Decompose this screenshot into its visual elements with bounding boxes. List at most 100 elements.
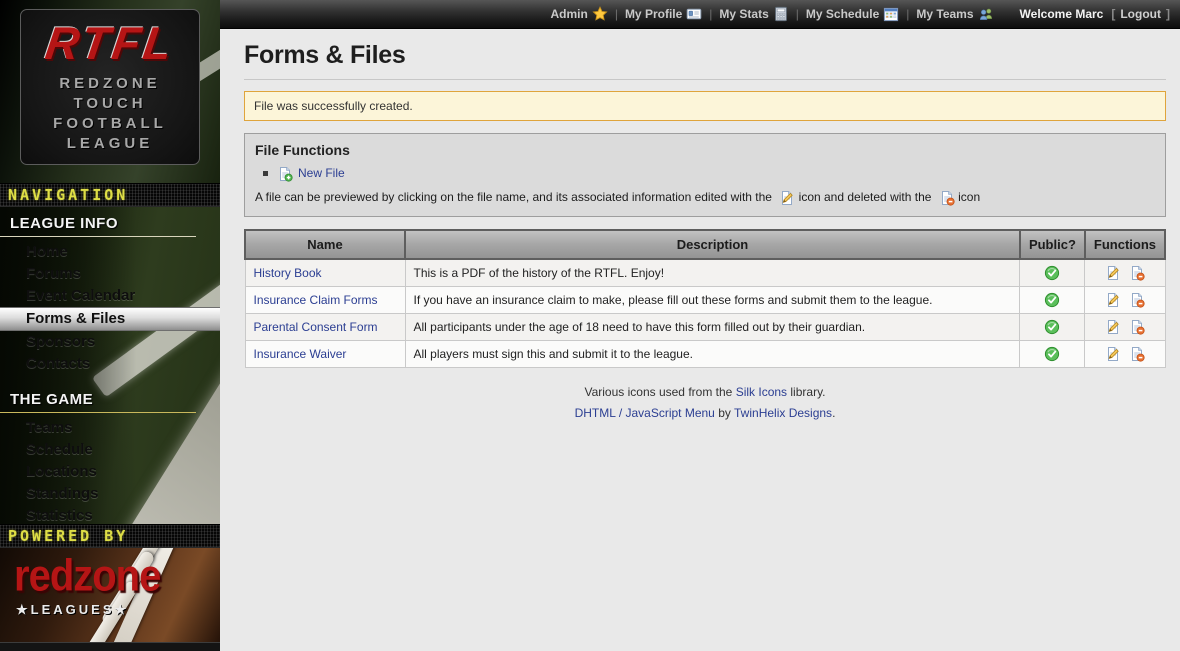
credit-text: .	[832, 406, 835, 420]
page-delete-icon	[1129, 346, 1145, 362]
redzone-leagues-logo[interactable]: redzone ★LEAGUES★	[0, 548, 220, 642]
page-edit-icon	[1105, 346, 1121, 362]
sidebar: RTFL REDZONE TOUCH FOOTBALL LEAGUE NAVIG…	[0, 0, 220, 649]
flash-message: File was successfully created.	[244, 91, 1166, 121]
page-add-icon	[277, 165, 293, 181]
logo-acronym: RTFL	[42, 20, 177, 66]
logout-link[interactable]: Logout	[1120, 7, 1161, 21]
public-accept-icon	[1044, 346, 1060, 362]
sidebar-item-contacts[interactable]: Contacts	[0, 353, 220, 375]
logo-line: FOOTBALL	[53, 114, 167, 134]
edit-file-button[interactable]	[1105, 319, 1121, 335]
table-header-row: Name Description Public? Functions	[245, 230, 1165, 259]
file-description: This is a PDF of the history of the RTFL…	[405, 259, 1020, 287]
main-area: Admin | My Profile | My Stats | My Sched…	[220, 0, 1180, 649]
logo-line: LEAGUE	[67, 134, 154, 154]
credits-silk-icons: Various icons used from the Silk Icons l…	[244, 385, 1166, 399]
file-name-link[interactable]: Insurance Claim Forms	[254, 293, 378, 307]
my-stats-menu-item[interactable]: My Stats	[719, 6, 788, 22]
panel-help-text: A file can be previewed by clicking on t…	[255, 190, 1155, 206]
help-text-segment: icon	[958, 190, 980, 204]
app-root: RTFL REDZONE TOUCH FOOTBALL LEAGUE NAVIG…	[0, 0, 1180, 649]
help-text-segment: icon and deleted with the	[799, 190, 932, 204]
credit-text: library.	[790, 385, 825, 399]
star-icon	[592, 6, 608, 22]
logo-line: TOUCH	[73, 94, 146, 114]
navigation-header-label: NAVIGATION	[8, 186, 128, 204]
topbar-user: Welcome Marc [ Logout ]	[1020, 7, 1170, 21]
admin-label: Admin	[550, 7, 587, 21]
sidebar-item-forms-files[interactable]: Forms & Files	[0, 307, 220, 331]
page-delete-icon	[937, 190, 953, 206]
page-edit-icon	[1105, 319, 1121, 335]
delete-file-button[interactable]	[1129, 346, 1145, 362]
page-delete-icon	[1129, 265, 1145, 281]
admin-menu-item[interactable]: Admin	[550, 6, 607, 22]
delete-file-button[interactable]	[1129, 319, 1145, 335]
sidebar-item-schedule[interactable]: Schedule	[0, 439, 220, 461]
menu-separator: |	[615, 7, 618, 21]
table-row: History Book This is a PDF of the histor…	[245, 259, 1165, 287]
my-teams-menu-item[interactable]: My Teams	[916, 6, 993, 22]
edit-file-button[interactable]	[1105, 265, 1121, 281]
sidebar-item-statistics[interactable]: Statistics	[0, 505, 220, 524]
sidebar-item-locations[interactable]: Locations	[0, 461, 220, 483]
calendar-icon	[883, 6, 899, 22]
col-header-functions: Functions	[1085, 230, 1165, 259]
sidebar-item-forums[interactable]: Forums	[0, 263, 220, 285]
file-name-link[interactable]: Parental Consent Form	[254, 320, 378, 334]
files-table-body: History Book This is a PDF of the histor…	[245, 259, 1165, 368]
page-delete-icon	[1129, 292, 1145, 308]
calculator-icon	[773, 6, 789, 22]
panel-title: File Functions	[255, 142, 1155, 158]
sidebar-item-event-calendar[interactable]: Event Calendar	[0, 285, 220, 307]
col-header-name: Name	[245, 230, 405, 259]
file-description: All participants under the age of 18 nee…	[405, 314, 1020, 341]
file-name-link[interactable]: Insurance Waiver	[254, 347, 347, 361]
new-file-link[interactable]: New File	[298, 166, 345, 180]
twinhelix-designs-link[interactable]: TwinHelix Designs	[734, 406, 832, 420]
my-teams-label: My Teams	[916, 7, 973, 21]
my-schedule-menu-item[interactable]: My Schedule	[806, 6, 899, 22]
col-header-description: Description	[405, 230, 1020, 259]
public-accept-icon	[1044, 319, 1060, 335]
new-file-item: New File	[261, 165, 1155, 181]
page-content: Forms & Files File was successfully crea…	[220, 41, 1180, 420]
vcard-icon	[686, 6, 702, 22]
welcome-text: Welcome Marc	[1020, 7, 1104, 21]
sidebar-item-standings[interactable]: Standings	[0, 483, 220, 505]
table-row: Parental Consent Form All participants u…	[245, 314, 1165, 341]
page-title: Forms & Files	[244, 41, 1166, 80]
edit-file-button[interactable]	[1105, 346, 1121, 362]
delete-file-button[interactable]	[1129, 265, 1145, 281]
my-profile-menu-item[interactable]: My Profile	[625, 6, 702, 22]
file-name-link[interactable]: History Book	[254, 266, 322, 280]
public-accept-icon	[1044, 292, 1060, 308]
page-edit-icon	[777, 190, 793, 206]
credit-text: by	[718, 406, 731, 420]
navigation-header: NAVIGATION	[0, 183, 220, 207]
col-header-public: Public?	[1020, 230, 1085, 259]
topbar-menu: Admin | My Profile | My Stats | My Sched…	[550, 6, 993, 22]
sidebar-bottom-strip	[0, 642, 220, 651]
delete-file-button[interactable]	[1129, 292, 1145, 308]
twinhelix-menu-link[interactable]: DHTML / JavaScript Menu	[575, 406, 715, 420]
bracket-open: [	[1111, 7, 1115, 21]
group-icon	[978, 6, 994, 22]
public-accept-icon	[1044, 265, 1060, 281]
file-description: If you have an insurance claim to make, …	[405, 287, 1020, 314]
page-delete-icon	[1129, 319, 1145, 335]
menu-separator: |	[906, 7, 909, 21]
section-title-the-game: THE GAME	[0, 389, 196, 413]
silk-icons-link[interactable]: Silk Icons	[736, 385, 787, 399]
edit-file-button[interactable]	[1105, 292, 1121, 308]
section-title-league-info: LEAGUE INFO	[0, 213, 196, 237]
leagues-wordmark: ★LEAGUES★	[16, 602, 129, 618]
league-logo[interactable]: RTFL REDZONE TOUCH FOOTBALL LEAGUE	[0, 0, 220, 183]
redzone-wordmark: redzone	[14, 554, 160, 599]
sidebar-item-sponsors[interactable]: Sponsors	[0, 331, 220, 353]
files-table: Name Description Public? Functions Histo…	[244, 229, 1166, 368]
sidebar-item-teams[interactable]: Teams	[0, 417, 220, 439]
sidebar-item-home[interactable]: Home	[0, 241, 220, 263]
table-row: Insurance Claim Forms If you have an ins…	[245, 287, 1165, 314]
